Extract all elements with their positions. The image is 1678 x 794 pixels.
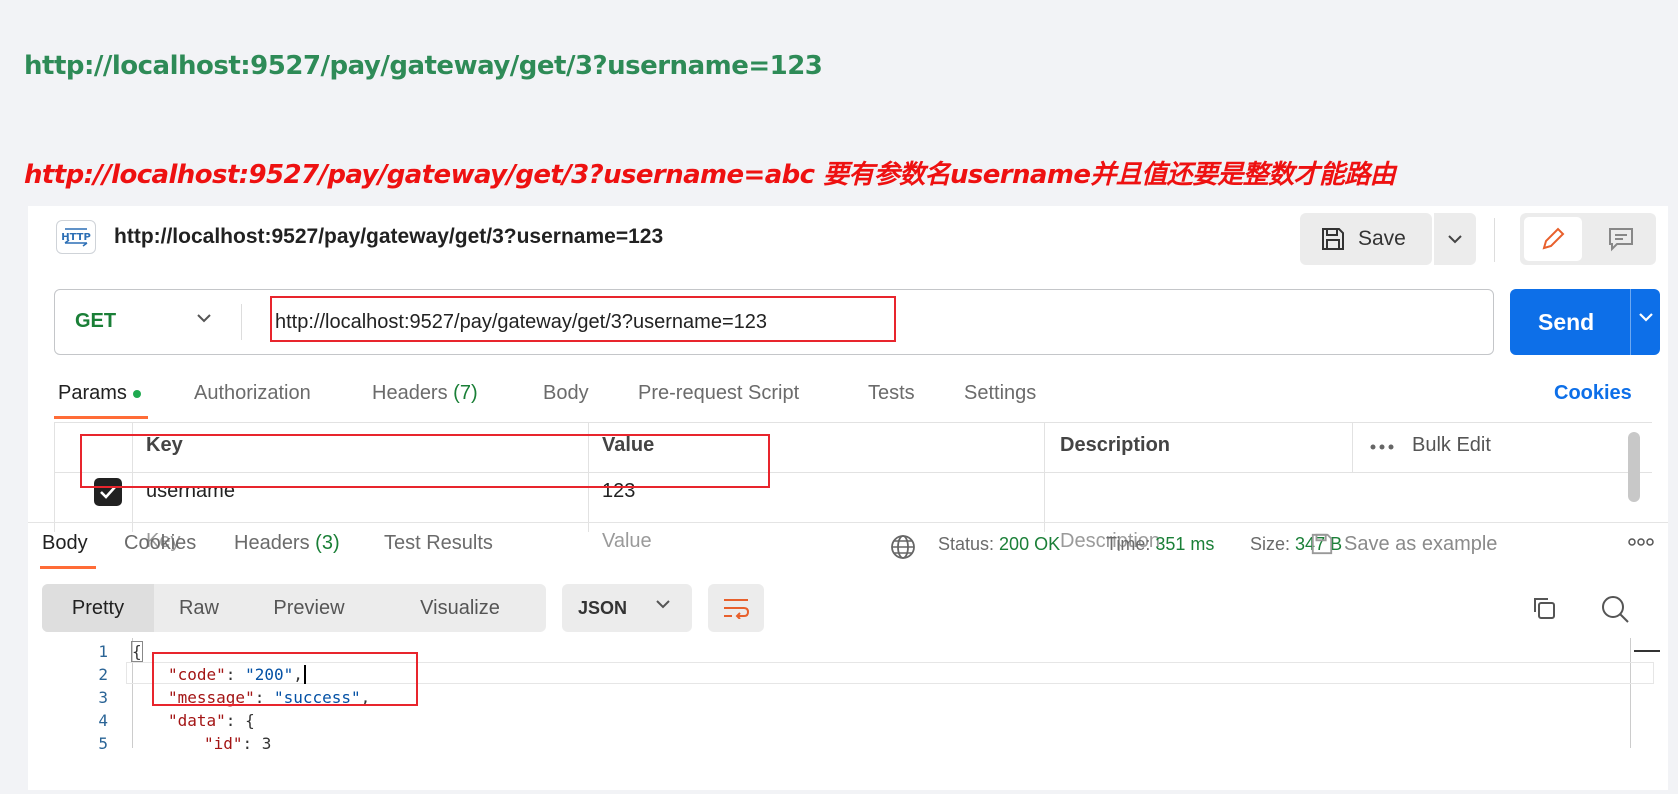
pencil-icon <box>1542 227 1565 250</box>
search-icon[interactable] <box>1600 594 1630 624</box>
tab-response-headers[interactable]: Headers (3) <box>234 532 340 555</box>
tab-headers-count: (7) <box>453 382 478 404</box>
chevron-down-icon[interactable] <box>195 312 213 324</box>
code-right-border <box>1630 638 1631 748</box>
params-scrollbar[interactable] <box>1628 432 1640 502</box>
wrap-icon <box>724 599 750 619</box>
http-icon: HTTP <box>56 220 96 254</box>
tab-headers[interactable]: Headers (7) <box>372 382 478 405</box>
save-as-example-button[interactable]: Save as example <box>1310 532 1497 556</box>
save-label: Save <box>1358 227 1406 250</box>
tab-settings[interactable]: Settings <box>964 382 1036 405</box>
tab-test-results[interactable]: Test Results <box>384 532 493 555</box>
view-mode-toggle <box>1520 213 1656 265</box>
highlight-response <box>152 652 418 706</box>
status-value: 200 OK <box>999 534 1061 554</box>
http-badge-text: HTTP <box>61 232 91 243</box>
tab-tests[interactable]: Tests <box>868 382 915 405</box>
table-rule <box>1044 422 1045 532</box>
json-key: "data" <box>168 711 226 730</box>
format-visualize[interactable]: Visualize <box>374 584 546 632</box>
save-icon <box>1311 533 1333 555</box>
save-button[interactable]: Save <box>1300 213 1432 265</box>
note-url-invalid: http://localhost:9527/pay/gateway/get/3?… <box>24 160 1396 190</box>
language-select[interactable]: JSON <box>562 584 692 632</box>
cookies-link[interactable]: Cookies <box>1554 382 1632 405</box>
time-value: 351 ms <box>1155 534 1215 554</box>
edit-mode-button[interactable] <box>1524 217 1582 261</box>
table-rule <box>54 422 55 532</box>
divider <box>1494 218 1495 262</box>
save-as-example-label: Save as example <box>1344 532 1498 555</box>
more-icon[interactable] <box>1628 538 1654 546</box>
response-format-group: Pretty Raw Preview Visualize <box>42 584 546 632</box>
table-rule <box>54 422 1652 423</box>
globe-icon[interactable] <box>890 534 916 560</box>
postman-window: HTTP http://localhost:9527/pay/gateway/g… <box>28 206 1668 790</box>
json-punct: : { <box>225 711 255 730</box>
chevron-down-icon <box>1448 235 1462 244</box>
tab-prerequest-script[interactable]: Pre-request Script <box>638 382 799 405</box>
format-preview[interactable]: Preview <box>244 584 374 632</box>
tab-response-cookies[interactable]: Cookies <box>124 532 196 555</box>
column-header-description: Description <box>1060 434 1171 456</box>
line-number: 2 <box>98 665 108 684</box>
comments-button[interactable] <box>1592 217 1650 261</box>
tab-params-label: Params <box>58 382 127 404</box>
note-url-valid: http://localhost:9527/pay/gateway/get/3?… <box>24 51 823 81</box>
format-raw[interactable]: Raw <box>154 584 244 632</box>
bulk-edit-link[interactable]: Bulk Edit <box>1412 434 1491 457</box>
response-divider <box>28 522 1668 523</box>
json-key: "id" <box>204 734 243 753</box>
tab-body[interactable]: Body <box>543 382 589 405</box>
tab-headers-label: Headers <box>372 382 448 404</box>
method-divider <box>241 304 242 340</box>
line-number: 5 <box>98 734 108 753</box>
params-active-dot <box>132 389 141 398</box>
wrap-lines-button[interactable] <box>708 584 764 632</box>
highlight-param-row <box>80 434 770 488</box>
tab-response-headers-count: (3) <box>315 532 340 554</box>
chevron-down-icon <box>1639 313 1653 322</box>
line-number: 1 <box>98 642 108 661</box>
response-status: Status: 200 OK <box>938 534 1060 555</box>
tab-params[interactable]: Params <box>58 382 141 405</box>
line-number: 3 <box>98 688 108 707</box>
status-label: Status: <box>938 534 995 554</box>
response-time[interactable]: Time: 351 ms <box>1106 534 1214 555</box>
comment-icon <box>1609 228 1633 252</box>
send-label: Send <box>1538 309 1595 335</box>
save-dropdown-button[interactable] <box>1432 213 1476 265</box>
line-number: 4 <box>98 711 108 730</box>
size-label: Size: <box>1250 534 1291 554</box>
highlight-url <box>270 296 896 342</box>
time-label: Time: <box>1106 534 1151 554</box>
more-icon[interactable] <box>1370 444 1394 450</box>
param-value-placeholder[interactable]: Value <box>602 530 652 553</box>
code-line: "id": 3 <box>204 734 271 753</box>
copy-icon[interactable] <box>1530 594 1558 622</box>
code-brace: { <box>131 641 143 662</box>
language-label: JSON <box>578 598 628 618</box>
json-punct: : 3 <box>242 734 272 753</box>
active-response-tab-indicator <box>40 566 96 569</box>
tab-response-body[interactable]: Body <box>42 532 88 555</box>
save-icon <box>1322 228 1344 250</box>
code-line: "data": { <box>168 711 255 730</box>
tab-authorization[interactable]: Authorization <box>194 382 311 405</box>
send-button[interactable]: Send <box>1510 289 1660 355</box>
format-pretty[interactable]: Pretty <box>42 584 154 632</box>
send-divider <box>1630 289 1631 355</box>
method-select[interactable]: GET <box>75 310 116 333</box>
send-dropdown-button[interactable] <box>1632 311 1660 323</box>
table-rule <box>1352 422 1353 472</box>
active-tab-indicator <box>54 416 148 419</box>
overview-ruler-marker <box>1634 650 1660 652</box>
tab-response-headers-label: Headers <box>234 532 310 554</box>
request-title[interactable]: http://localhost:9527/pay/gateway/get/3?… <box>114 225 663 249</box>
chevron-down-icon <box>656 600 670 609</box>
